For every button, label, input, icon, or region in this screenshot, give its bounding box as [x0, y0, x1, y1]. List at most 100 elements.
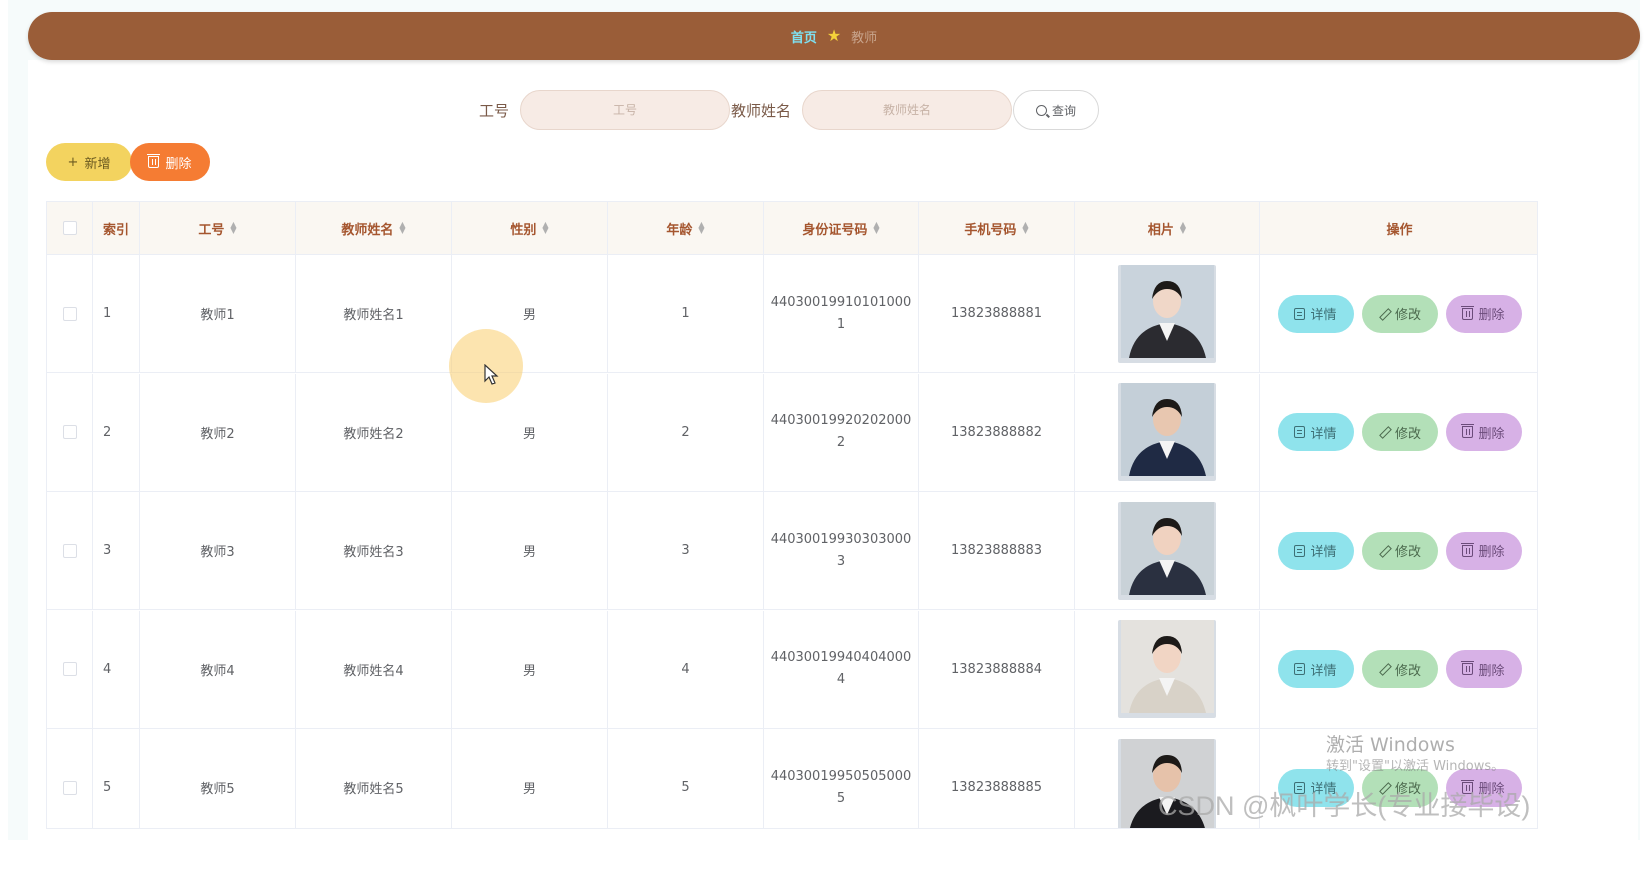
detail-button[interactable]: 详情	[1277, 413, 1354, 451]
actions-cell: 详情 修改 删除	[1260, 374, 1537, 491]
id-number-cell: 44030019920202000 2	[764, 373, 919, 491]
breadcrumb-home[interactable]: 首页	[791, 27, 817, 46]
row-select-cell[interactable]	[47, 610, 93, 728]
portrait-image	[1120, 383, 1214, 476]
age-cell: 4	[608, 610, 764, 728]
add-button[interactable]: + 新增	[46, 143, 132, 181]
header-index: 索引	[93, 202, 140, 254]
add-button-label: 新增	[84, 156, 111, 172]
edit-button[interactable]: 修改	[1361, 413, 1438, 451]
job-no-input[interactable]	[520, 90, 730, 130]
row-select-cell[interactable]	[47, 373, 93, 491]
phone-value: 13823888885	[951, 780, 1042, 795]
query-button-label: 查询	[1051, 103, 1076, 118]
table-row: 4 教师4 教师姓名4 男 4 44030019940404000 4 13823888884…	[47, 610, 1537, 729]
id-number-value: 44030019950505000 5	[771, 766, 912, 810]
teacher-photo[interactable]	[1118, 501, 1216, 600]
teacher-name-value: 教师姓名2	[343, 426, 404, 442]
row-checkbox[interactable]	[62, 306, 77, 321]
header-teacher-name[interactable]: 教师姓名 ▲ ▼	[296, 202, 452, 254]
breadcrumb-current: 教师	[851, 30, 878, 46]
sort-icon[interactable]: ▲ ▼	[698, 221, 704, 235]
phone-value: 13823888882	[951, 424, 1042, 440]
age-value: 2	[681, 424, 690, 440]
edit-button[interactable]: 修改	[1361, 531, 1438, 570]
header-actions-label: 操作	[1386, 222, 1413, 238]
row-select-cell[interactable]	[47, 492, 93, 609]
photo-cell	[1075, 255, 1260, 372]
job-no-cell: 教师1	[140, 255, 296, 372]
header-phone[interactable]: 手机号码 ▲ ▼	[919, 202, 1075, 254]
id-number-value: 44030019920202000 2	[771, 410, 912, 454]
table-row: 3 教师3 教师姓名3 男 3 44030019930303000 3 13823888883…	[47, 492, 1537, 610]
teacher-photo[interactable]	[1118, 620, 1216, 718]
sort-icon[interactable]: ▲ ▼	[542, 221, 548, 235]
row-checkbox[interactable]	[62, 543, 77, 558]
id-number-value: 44030019910101000 1	[771, 292, 912, 336]
id-number-line2: 3	[836, 553, 846, 569]
sort-icon[interactable]: ▲ ▼	[873, 221, 879, 235]
delete-button[interactable]: 删除	[1445, 413, 1522, 451]
header-select-all[interactable]	[47, 202, 93, 254]
query-button[interactable]: 查询	[1013, 90, 1099, 130]
teacher-name-cell: 教师姓名4	[296, 610, 452, 728]
delete-button[interactable]: 删除	[1445, 650, 1522, 688]
id-number-cell: 44030019910101000 1	[764, 255, 919, 372]
edit-button[interactable]: 修改	[1361, 294, 1438, 333]
search-bar: 工号 教师姓名 查询	[0, 90, 1649, 130]
gender-value: 男	[522, 308, 536, 323]
trash-icon	[1461, 424, 1475, 438]
actions-cell: 详情 修改 删除	[1260, 611, 1537, 728]
detail-button[interactable]: 详情	[1277, 531, 1354, 570]
portrait-image	[1120, 620, 1214, 713]
row-checkbox[interactable]	[62, 425, 77, 439]
header-gender[interactable]: 性别 ▲ ▼	[452, 202, 608, 254]
header-photo-label: 相片	[1147, 222, 1174, 238]
row-select-cell[interactable]	[47, 729, 93, 828]
teacher-photo[interactable]	[1118, 264, 1216, 363]
index-cell: 5	[93, 729, 140, 828]
detail-button-label: 详情	[1310, 545, 1337, 560]
header-index-label: 索引	[102, 222, 129, 238]
breadcrumb-bar: 首页 ★ 教师	[28, 12, 1640, 60]
job-no-value: 教师2	[200, 426, 235, 442]
edit-button-label: 修改	[1394, 426, 1421, 442]
header-phone-label: 手机号码	[964, 222, 1017, 238]
header-age[interactable]: 年龄 ▲ ▼	[608, 202, 764, 254]
teacher-photo[interactable]	[1118, 383, 1216, 481]
sort-icon[interactable]: ▲ ▼	[230, 221, 236, 235]
header-age-label: 年龄	[666, 222, 693, 238]
delete-button[interactable]: 删除	[1445, 531, 1522, 570]
sort-icon[interactable]: ▲ ▼	[1180, 221, 1186, 235]
age-cell: 5	[608, 729, 764, 828]
row-checkbox[interactable]	[62, 780, 77, 795]
gender-value: 男	[522, 545, 536, 560]
portrait-image	[1120, 501, 1214, 595]
sort-icon[interactable]: ▲ ▼	[399, 221, 405, 235]
index-value: 5	[103, 780, 112, 795]
select-all-checkbox[interactable]	[62, 221, 77, 235]
edit-button[interactable]: 修改	[1361, 650, 1438, 688]
windows-activation-subtitle: 转到"设置"以激活 Windows。	[1326, 759, 1505, 774]
delete-button[interactable]: 删除	[1445, 294, 1522, 333]
detail-button[interactable]: 详情	[1277, 650, 1354, 688]
row-select-cell[interactable]	[47, 255, 93, 372]
teacher-name-input[interactable]	[802, 90, 1012, 130]
gender-cell: 男	[452, 729, 608, 828]
detail-button-label: 详情	[1310, 308, 1337, 323]
trash-icon	[147, 154, 161, 168]
header-id-number[interactable]: 身份证号码 ▲ ▼	[764, 202, 919, 254]
index-value: 4	[103, 661, 112, 677]
teacher-name-cell: 教师姓名1	[296, 255, 452, 372]
header-job-no[interactable]: 工号 ▲ ▼	[140, 202, 296, 254]
index-cell: 3	[93, 492, 140, 609]
detail-button[interactable]: 详情	[1277, 294, 1354, 333]
row-checkbox[interactable]	[62, 662, 77, 676]
plus-icon: +	[67, 154, 79, 170]
index-cell: 4	[93, 610, 140, 728]
header-photo[interactable]: 相片 ▲ ▼	[1075, 202, 1260, 254]
gender-value: 男	[522, 663, 536, 679]
batch-delete-button[interactable]: 删除	[130, 143, 210, 181]
sort-icon[interactable]: ▲ ▼	[1022, 221, 1028, 235]
document-icon	[1294, 307, 1306, 320]
